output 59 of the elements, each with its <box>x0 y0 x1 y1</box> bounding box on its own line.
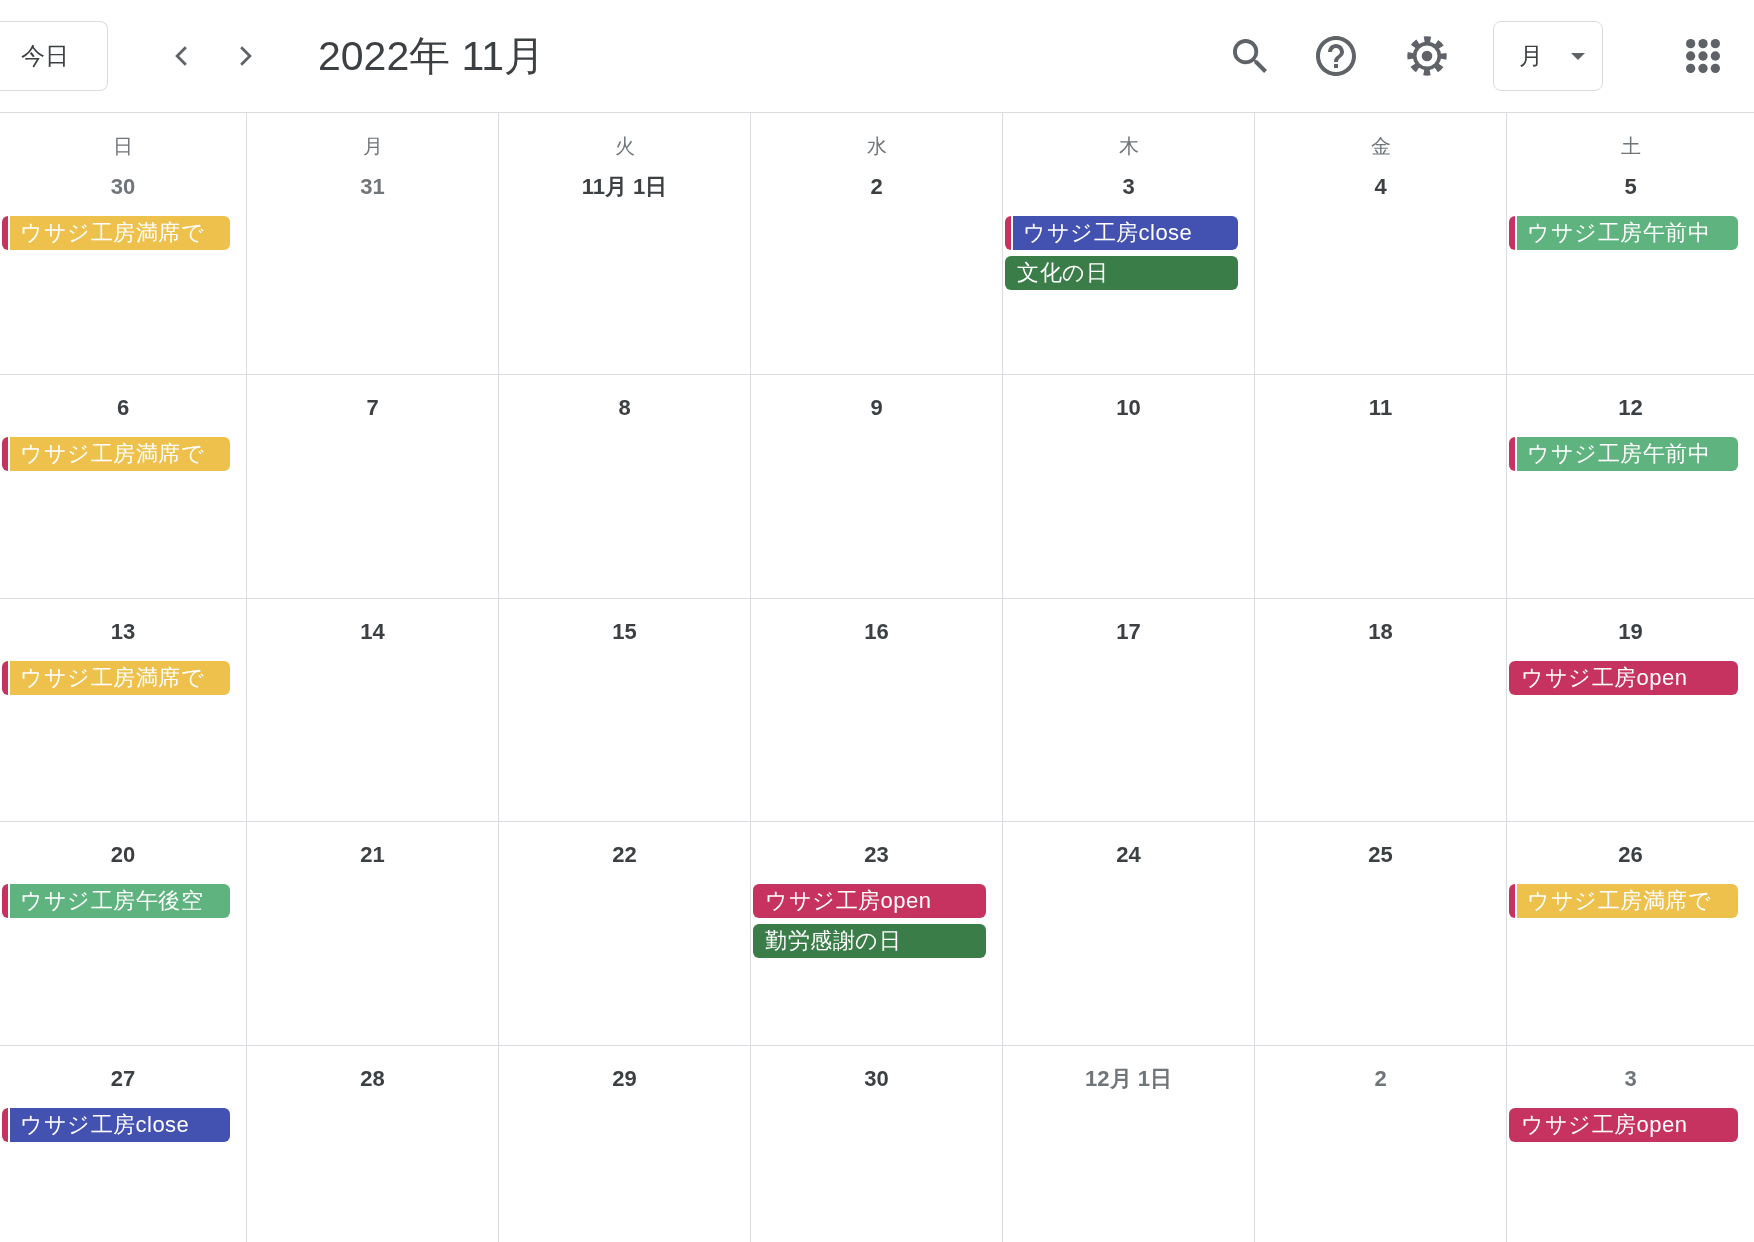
apps-grid-icon <box>1686 39 1720 73</box>
date-number[interactable]: 6 <box>116 395 130 421</box>
date-number[interactable]: 16 <box>864 619 889 645</box>
help-icon <box>1316 36 1356 76</box>
weekday-label: 水 <box>866 134 887 159</box>
date-number[interactable]: 2 <box>1374 1066 1387 1092</box>
date-number[interactable]: 5 <box>1624 174 1637 200</box>
date-number[interactable]: 30 <box>110 174 136 200</box>
calendar-event[interactable]: ウサジ工房open <box>1509 661 1738 695</box>
date-number[interactable]: 4 <box>1374 174 1387 200</box>
today-button[interactable]: 今日 <box>0 21 108 91</box>
date-number[interactable]: 27 <box>110 1066 136 1092</box>
weekday-label: 土 <box>1620 134 1641 159</box>
weekday-label: 火 <box>614 134 635 159</box>
calendar-event[interactable]: ウサジ工房close <box>2 1108 230 1142</box>
date-number[interactable]: 15 <box>612 619 637 645</box>
date-number[interactable]: 29 <box>612 1066 637 1092</box>
view-dropdown[interactable]: 月 <box>1493 21 1603 91</box>
weekday-label: 月 <box>362 134 383 159</box>
calendar-event[interactable]: 勤労感謝の日 <box>753 924 986 958</box>
caret-icon <box>1571 52 1585 60</box>
date-number[interactable]: 11月 1日 <box>581 174 668 200</box>
date-number[interactable]: 10 <box>1116 395 1141 421</box>
search-icon <box>1233 39 1267 73</box>
date-number[interactable]: 31 <box>360 174 385 200</box>
date-number[interactable]: 8 <box>618 395 631 421</box>
date-number[interactable]: 14 <box>360 619 385 645</box>
date-number[interactable]: 11 <box>1368 395 1393 421</box>
date-number[interactable]: 12月 1日 <box>1085 1066 1172 1092</box>
date-number[interactable]: 17 <box>1116 619 1141 645</box>
date-number[interactable]: 22 <box>612 842 637 868</box>
date-number[interactable]: 23 <box>864 842 889 868</box>
date-number[interactable]: 19 <box>1618 619 1643 645</box>
calendar-event[interactable]: ウサジ工房close <box>1005 216 1238 250</box>
date-number[interactable]: 18 <box>1368 619 1393 645</box>
calendar-event[interactable]: 文化の日 <box>1005 256 1238 290</box>
date-number[interactable]: 7 <box>366 395 379 421</box>
settings-icon <box>1407 36 1447 76</box>
date-number[interactable]: 21 <box>360 842 385 868</box>
weekday-label: 金 <box>1370 134 1391 159</box>
date-number[interactable]: 28 <box>360 1066 385 1092</box>
date-number[interactable]: 26 <box>1618 842 1643 868</box>
weekday-label: 日 <box>113 134 133 159</box>
month-title: 2022年 11月 <box>318 31 546 81</box>
date-number[interactable]: 20 <box>110 842 136 868</box>
calendar-event[interactable]: ウサジ工房open <box>1509 1108 1738 1142</box>
date-number[interactable]: 13 <box>110 619 136 645</box>
date-number[interactable]: 24 <box>1116 842 1141 868</box>
chevron-right-icon <box>238 45 252 67</box>
chevron-left-icon <box>174 45 188 67</box>
date-number[interactable]: 25 <box>1368 842 1393 868</box>
date-number[interactable]: 12 <box>1618 395 1643 421</box>
date-number[interactable]: 30 <box>864 1066 889 1092</box>
date-number[interactable]: 2 <box>870 174 883 200</box>
date-number[interactable]: 9 <box>870 395 883 421</box>
calendar-event[interactable]: ウサジ工房open <box>753 884 986 918</box>
date-number[interactable]: 3 <box>1624 1066 1637 1092</box>
date-number[interactable]: 3 <box>1122 174 1135 200</box>
weekday-label: 木 <box>1118 134 1139 159</box>
